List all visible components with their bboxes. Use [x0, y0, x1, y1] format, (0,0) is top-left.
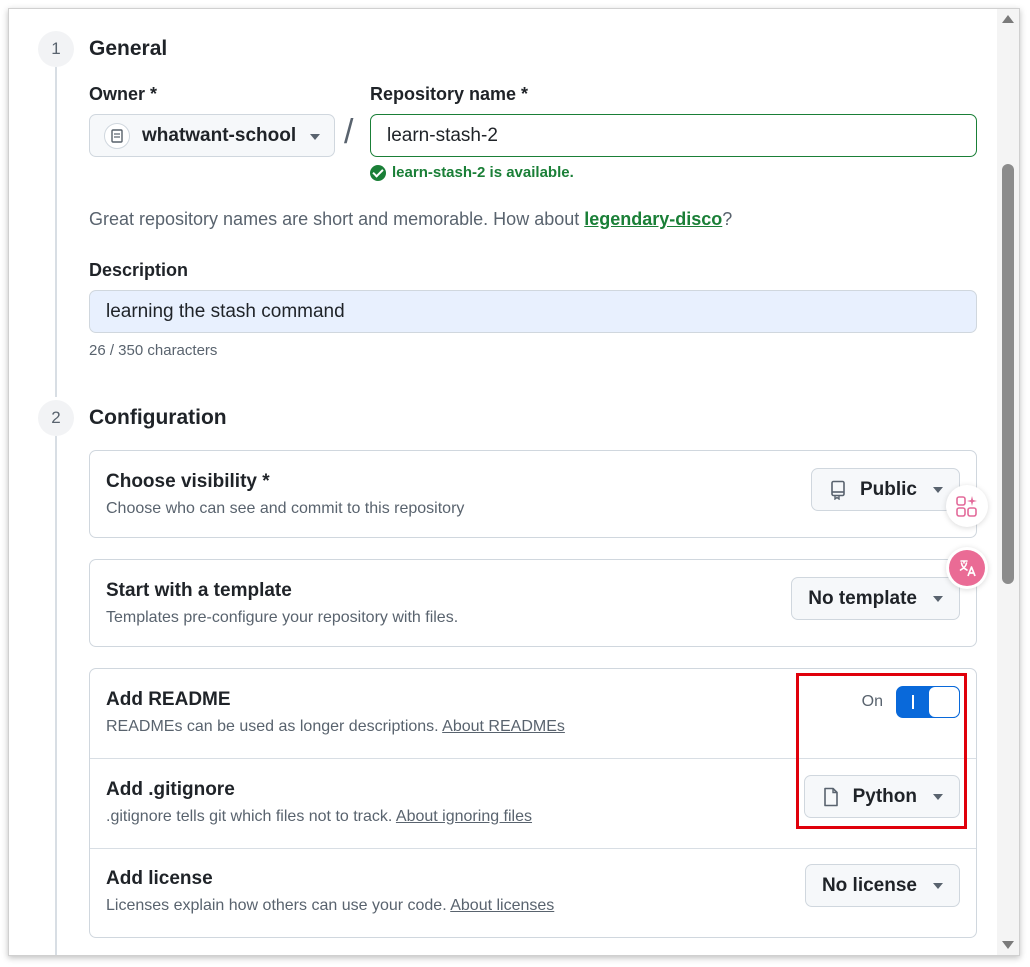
repo-name-label: Repository name *: [370, 84, 529, 104]
check-circle-icon: [370, 164, 386, 181]
license-value: No license: [821, 874, 917, 896]
suggestion-prefix: Great repository names are short and mem…: [89, 209, 585, 229]
scroll-up-arrow-icon[interactable]: [1002, 15, 1014, 23]
gitignore-subtitle: .gitignore tells git which files not to …: [106, 808, 532, 826]
readme-subtitle-text: READMEs can be used as longer descriptio…: [106, 718, 439, 735]
description-input[interactable]: learning the stash command: [89, 290, 977, 333]
about-ignoring-files-link[interactable]: About ignoring files: [396, 808, 532, 825]
template-subtitle: Templates pre-configure your repository …: [106, 609, 459, 626]
step-1-badge: 1: [38, 31, 74, 67]
apps-sparkle-icon: [956, 496, 977, 517]
availability-message: learn-stash-2 is available.: [370, 164, 574, 181]
section-title-configuration: Configuration: [89, 406, 227, 429]
character-count: 26 / 350 characters: [89, 342, 218, 359]
license-subtitle: Licenses explain how others can use your…: [106, 897, 554, 915]
visibility-box: Choose visibility * Choose who can see a…: [89, 450, 977, 538]
translate-icon: [949, 550, 985, 586]
owner-label: Owner *: [89, 84, 158, 104]
section-title-general: General: [89, 37, 168, 60]
description-label: Description: [89, 260, 189, 280]
visibility-subtitle: Choose who can see and commit to this re…: [106, 500, 465, 517]
visibility-select-button[interactable]: Public: [810, 468, 960, 511]
step-timeline-line: [55, 436, 57, 955]
visibility-value: Public: [859, 478, 917, 500]
template-box: Start with a template Templates pre-conf…: [89, 559, 977, 647]
license-select-button[interactable]: No license: [804, 864, 960, 907]
readme-subtitle: READMEs can be used as longer descriptio…: [106, 718, 565, 736]
chevron-down-icon: [310, 134, 320, 140]
owner-avatar: [104, 122, 130, 149]
scroll-down-arrow-icon[interactable]: [1002, 941, 1014, 949]
chevron-down-icon: [933, 486, 943, 493]
repo-name-input[interactable]: learn-stash-2: [370, 114, 977, 157]
about-licenses-link[interactable]: About licenses: [450, 897, 554, 914]
license-subtitle-text: Licenses explain how others can use your…: [106, 897, 447, 914]
step-timeline-line: [55, 67, 57, 397]
gitignore-title: Add .gitignore: [106, 779, 235, 800]
vertical-scrollbar[interactable]: [997, 9, 1019, 955]
step-2-badge: 2: [38, 400, 74, 436]
suggestion-suffix: ?: [722, 209, 733, 229]
owner-repo-separator: /: [344, 113, 354, 151]
owner-select[interactable]: whatwant-school: [89, 114, 335, 157]
dialog-frame: 1 General Owner * Repository name * what…: [8, 8, 1020, 956]
chevron-down-icon: [933, 882, 943, 889]
suggestion-link[interactable]: legendary-disco: [584, 209, 722, 229]
owner-value: whatwant-school: [142, 124, 297, 146]
readme-title: Add README: [106, 689, 231, 710]
visibility-title: Choose visibility *: [106, 471, 270, 492]
chevron-down-icon: [933, 595, 943, 602]
divider: [90, 848, 976, 849]
apps-sparkle-button[interactable]: [946, 485, 988, 527]
scrollbar-thumb[interactable]: [1002, 164, 1014, 584]
translate-button[interactable]: [946, 547, 988, 589]
annotation-highlight-box: [796, 673, 967, 829]
about-readmes-link[interactable]: About READMEs: [442, 718, 565, 735]
template-select-button[interactable]: No template: [791, 577, 960, 620]
name-suggestion: Great repository names are short and mem…: [89, 209, 732, 230]
gitignore-subtitle-text: .gitignore tells git which files not to …: [106, 808, 393, 825]
availability-text: learn-stash-2 is available.: [392, 164, 574, 181]
license-title: Add license: [106, 868, 213, 889]
template-title: Start with a template: [106, 580, 292, 601]
repo-icon: [828, 479, 848, 501]
template-value: No template: [808, 587, 917, 609]
